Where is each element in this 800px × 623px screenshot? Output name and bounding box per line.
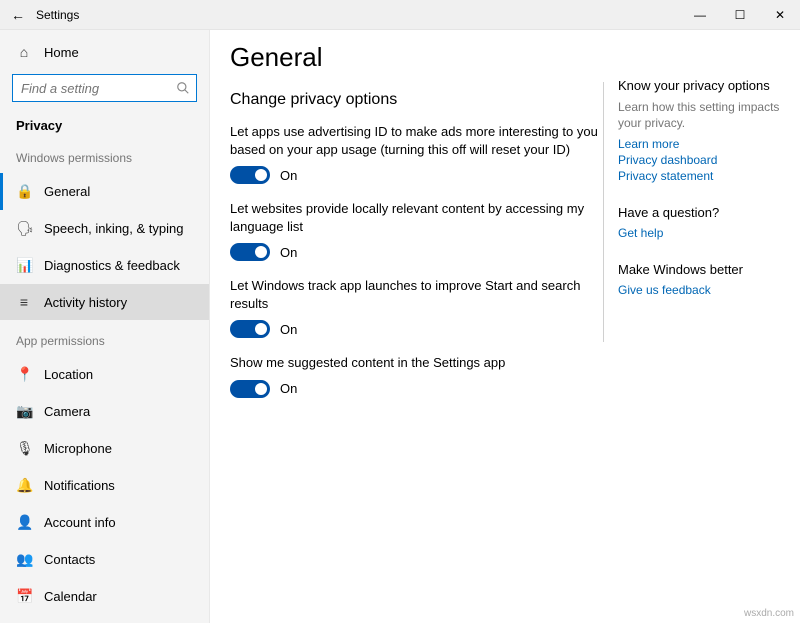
setting-app-launches: Let Windows track app launches to improv… — [230, 277, 603, 338]
sidebar-item-speech[interactable]: 🗣 Speech, inking, & typing — [0, 210, 209, 247]
setting-suggested-content: Show me suggested content in the Setting… — [230, 354, 603, 398]
home-button[interactable]: ⌂ Home — [0, 36, 209, 68]
home-label: Home — [44, 45, 79, 60]
aside-heading: Make Windows better — [618, 262, 780, 277]
sidebar-item-diagnostics[interactable]: 📊 Diagnostics & feedback — [0, 247, 209, 284]
aside: Know your privacy options Learn how this… — [610, 42, 780, 611]
diagnostics-icon: 📊 — [16, 257, 32, 274]
toggle-state: On — [280, 381, 297, 396]
aside-privacy-options: Know your privacy options Learn how this… — [618, 78, 780, 183]
aside-sub: Learn how this setting impacts your priv… — [618, 99, 780, 131]
aside-heading: Have a question? — [618, 205, 780, 220]
sidebar-item-location[interactable]: 📍 Location — [0, 356, 209, 393]
sidebar-category: Privacy — [0, 110, 209, 137]
location-icon: 📍 — [16, 366, 32, 383]
toggle-state: On — [280, 245, 297, 260]
toggle-app-launches[interactable] — [230, 320, 270, 338]
setting-desc: Let apps use advertising ID to make ads … — [230, 123, 603, 158]
link-give-feedback[interactable]: Give us feedback — [618, 283, 780, 297]
activity-icon: ≡ — [16, 294, 32, 310]
toggle-suggested-content[interactable] — [230, 380, 270, 398]
account-icon: 👤 — [16, 514, 32, 531]
sidebar-item-camera[interactable]: 📷 Camera — [0, 393, 209, 430]
toggle-state: On — [280, 322, 297, 337]
notifications-icon: 🔔 — [16, 477, 32, 494]
toggle-language-list[interactable] — [230, 243, 270, 261]
minimize-button[interactable]: — — [680, 0, 720, 30]
aside-heading: Know your privacy options — [618, 78, 780, 93]
sidebar-item-label: Diagnostics & feedback — [44, 258, 180, 273]
link-privacy-dashboard[interactable]: Privacy dashboard — [618, 153, 780, 167]
link-privacy-statement[interactable]: Privacy statement — [618, 169, 780, 183]
sidebar-item-general[interactable]: 🔒 General — [0, 173, 209, 210]
toggle-state: On — [280, 168, 297, 183]
sidebar-item-account-info[interactable]: 👤 Account info — [0, 504, 209, 541]
sidebar-item-notifications[interactable]: 🔔 Notifications — [0, 467, 209, 504]
sidebar-item-microphone[interactable]: 🎙 Microphone — [0, 430, 209, 467]
maximize-button[interactable]: ☐ — [720, 0, 760, 30]
sidebar-item-label: Calendar — [44, 589, 97, 604]
sidebar-item-label: Account info — [44, 515, 116, 530]
sidebar-item-contacts[interactable]: 👥 Contacts — [0, 541, 209, 578]
aside-question: Have a question? Get help — [618, 205, 780, 240]
camera-icon: 📷 — [16, 403, 32, 420]
search-input[interactable] — [12, 74, 197, 102]
vertical-separator — [603, 82, 604, 342]
sidebar-item-call-history[interactable]: 🕓 Call history — [0, 615, 209, 623]
setting-desc: Let Windows track app launches to improv… — [230, 277, 603, 312]
lock-icon: 🔒 — [16, 183, 32, 200]
watermark: wsxdn.com — [744, 608, 794, 619]
setting-language-list: Let websites provide locally relevant co… — [230, 200, 603, 261]
sidebar-item-label: Activity history — [44, 295, 127, 310]
sidebar-item-label: Location — [44, 367, 93, 382]
aside-feedback: Make Windows better Give us feedback — [618, 262, 780, 297]
link-get-help[interactable]: Get help — [618, 226, 780, 240]
section-app-permissions: App permissions — [0, 320, 209, 356]
window-title: Settings — [36, 8, 79, 22]
sidebar-item-label: General — [44, 184, 90, 199]
calendar-icon: 📅 — [16, 588, 32, 605]
sidebar-item-label: Notifications — [44, 478, 115, 493]
microphone-icon: 🎙 — [16, 440, 32, 457]
contacts-icon: 👥 — [16, 551, 32, 568]
setting-desc: Let websites provide locally relevant co… — [230, 200, 603, 235]
close-button[interactable]: ✕ — [760, 0, 800, 30]
home-icon: ⌂ — [16, 44, 32, 60]
page-title: General — [230, 42, 603, 73]
sidebar-item-calendar[interactable]: 📅 Calendar — [0, 578, 209, 615]
sidebar-item-activity-history[interactable]: ≡ Activity history — [0, 284, 209, 320]
setting-desc: Show me suggested content in the Setting… — [230, 354, 603, 372]
back-button[interactable]: ← — [0, 7, 36, 23]
link-learn-more[interactable]: Learn more — [618, 137, 780, 151]
main-content: General Change privacy options Let apps … — [210, 30, 800, 623]
titlebar: ← Settings — ☐ ✕ — [0, 0, 800, 30]
section-windows-permissions: Windows permissions — [0, 137, 209, 173]
sidebar-item-label: Speech, inking, & typing — [44, 221, 183, 236]
sidebar-item-label: Contacts — [44, 552, 95, 567]
sidebar-item-label: Microphone — [44, 441, 112, 456]
setting-advertising-id: Let apps use advertising ID to make ads … — [230, 123, 603, 184]
sidebar-item-label: Camera — [44, 404, 90, 419]
sidebar: ⌂ Home Privacy Windows permissions 🔒 Gen… — [0, 30, 210, 623]
toggle-advertising-id[interactable] — [230, 166, 270, 184]
page-subtitle: Change privacy options — [230, 91, 603, 109]
speech-icon: 🗣 — [16, 220, 32, 237]
